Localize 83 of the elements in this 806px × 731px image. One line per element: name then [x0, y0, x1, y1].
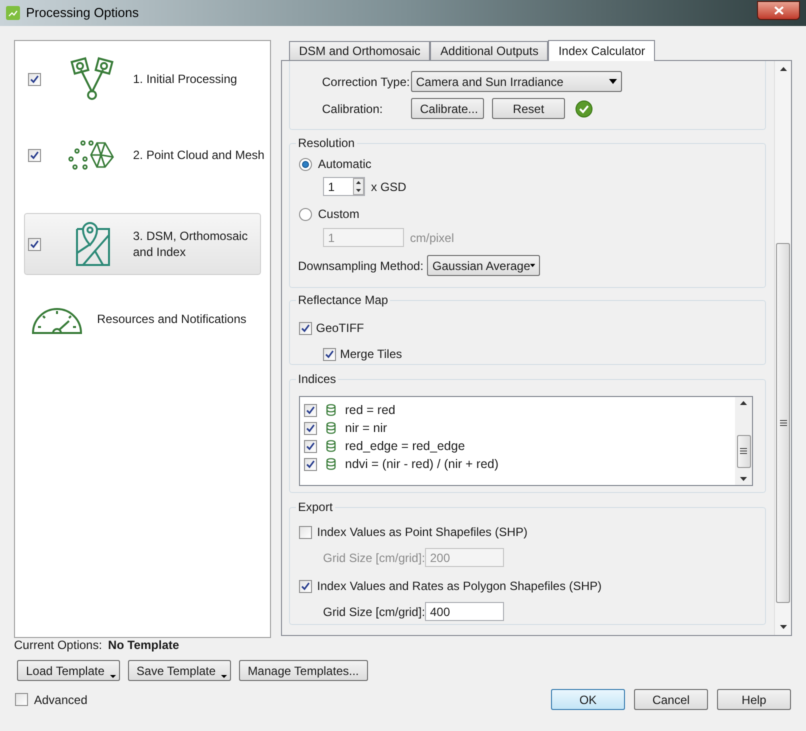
spin-box[interactable]: 1 — [323, 177, 365, 196]
checkbox[interactable] — [304, 440, 317, 452]
checkbox[interactable] — [323, 348, 336, 360]
step-item[interactable]: Resources and Notifications — [24, 291, 261, 347]
scroll-up-icon[interactable] — [780, 67, 786, 71]
database-icon — [326, 458, 336, 470]
checkbox[interactable] — [304, 404, 317, 416]
database-icon — [326, 440, 336, 452]
scrollbar[interactable] — [774, 61, 791, 635]
caret-icon — [530, 263, 536, 268]
index-formula: nir = nir — [345, 420, 388, 437]
caret-icon — [609, 79, 617, 84]
grip-icon — [780, 420, 786, 426]
caret-icon — [220, 675, 227, 678]
step-label: 1. Initial Processing — [133, 71, 238, 87]
template-button[interactable]: Load Template — [17, 660, 120, 681]
field-label: Grid Size [cm/grid]: — [323, 550, 425, 566]
tab[interactable]: DSM and Orthomosaic — [289, 41, 430, 60]
checkbox[interactable] — [304, 458, 317, 470]
scroll-down-icon[interactable] — [780, 625, 786, 629]
checkbox[interactable] — [299, 322, 312, 334]
option-label: Advanced — [34, 692, 88, 708]
step-label: Resources and Notifications — [97, 311, 246, 327]
step-item[interactable]: 1. Initial Processing — [24, 51, 261, 107]
unit-label: cm/pixel — [410, 230, 454, 246]
checkbox[interactable] — [299, 526, 312, 538]
scroll-up-icon[interactable] — [740, 401, 747, 405]
caret-icon — [110, 675, 116, 678]
step-item[interactable]: 3. DSM, Orthomosaic and Index — [24, 213, 261, 275]
button[interactable]: Reset — [492, 98, 565, 119]
group-title: Export — [296, 500, 335, 514]
app-icon — [6, 6, 20, 20]
option-label: Merge Tiles — [340, 346, 402, 363]
index-formula: ndvi = (nir - red) / (nir + red) — [345, 456, 499, 473]
checkbox[interactable] — [28, 72, 41, 86]
template-name: No Template — [108, 637, 180, 654]
step-label: 3. DSM, Orthomosaic and Index — [133, 228, 249, 260]
radio-button[interactable] — [299, 158, 312, 170]
grip-icon — [740, 448, 747, 454]
group-title: Indices — [296, 372, 338, 386]
button[interactable]: Calibrate... — [411, 98, 484, 119]
dialog-button[interactable]: Help — [717, 689, 791, 710]
checkbox[interactable] — [299, 580, 312, 592]
option-label: Index Values and Rates as Polygon Shapefiles (SHP) — [317, 578, 602, 595]
input-field[interactable]: 400 — [425, 602, 504, 621]
checkbox[interactable] — [15, 693, 28, 706]
dialog-button[interactable]: Cancel — [634, 689, 708, 710]
scrollbar[interactable] — [735, 397, 752, 485]
field-label: Correction Type: — [322, 74, 411, 90]
database-icon — [326, 422, 336, 434]
radio-button[interactable] — [299, 208, 312, 220]
dropdown[interactable]: Gaussian Average — [427, 255, 540, 276]
option-label: Index Values as Point Shapefiles (SHP) — [317, 524, 528, 541]
database-icon — [326, 404, 336, 416]
template-button[interactable]: Manage Templates... — [238, 660, 368, 681]
scroll-down-icon[interactable] — [740, 477, 747, 481]
unit-label: x GSD — [371, 178, 406, 196]
field-label: Current Options: — [14, 637, 102, 654]
index-formula: red = red — [345, 402, 396, 419]
template-button[interactable]: Save Template — [128, 660, 231, 681]
option-label: GeoTIFF — [316, 320, 364, 337]
cameras-icon — [70, 57, 116, 101]
close-icon — [774, 6, 784, 14]
index-formula: red_edge = red_edge — [345, 438, 465, 455]
field-label: Calibration: — [322, 100, 384, 118]
checkbox[interactable] — [304, 422, 317, 434]
checkbox[interactable] — [28, 148, 41, 162]
step-label: 2. Point Cloud and Mesh — [133, 147, 264, 163]
field-label: Downsampling Method: — [298, 258, 424, 274]
tab[interactable]: Index Calculator — [548, 40, 656, 61]
field-label: Grid Size [cm/grid]: — [323, 604, 425, 620]
tab[interactable]: Additional Outputs — [430, 41, 548, 60]
map-pin-icon — [73, 221, 113, 267]
dialog-button[interactable]: OK — [551, 689, 625, 710]
checkbox[interactable] — [28, 238, 41, 250]
dropdown[interactable]: Camera and Sun Irradiance — [411, 71, 622, 92]
close-button[interactable] — [757, 0, 800, 20]
group-title: Resolution — [296, 136, 357, 150]
option-label: Automatic — [318, 156, 372, 173]
window-title: Processing Options — [26, 4, 139, 22]
spin-arrows-icon — [353, 178, 364, 195]
option-label: Custom — [318, 206, 360, 223]
group-title: Reflectance Map — [296, 293, 390, 307]
